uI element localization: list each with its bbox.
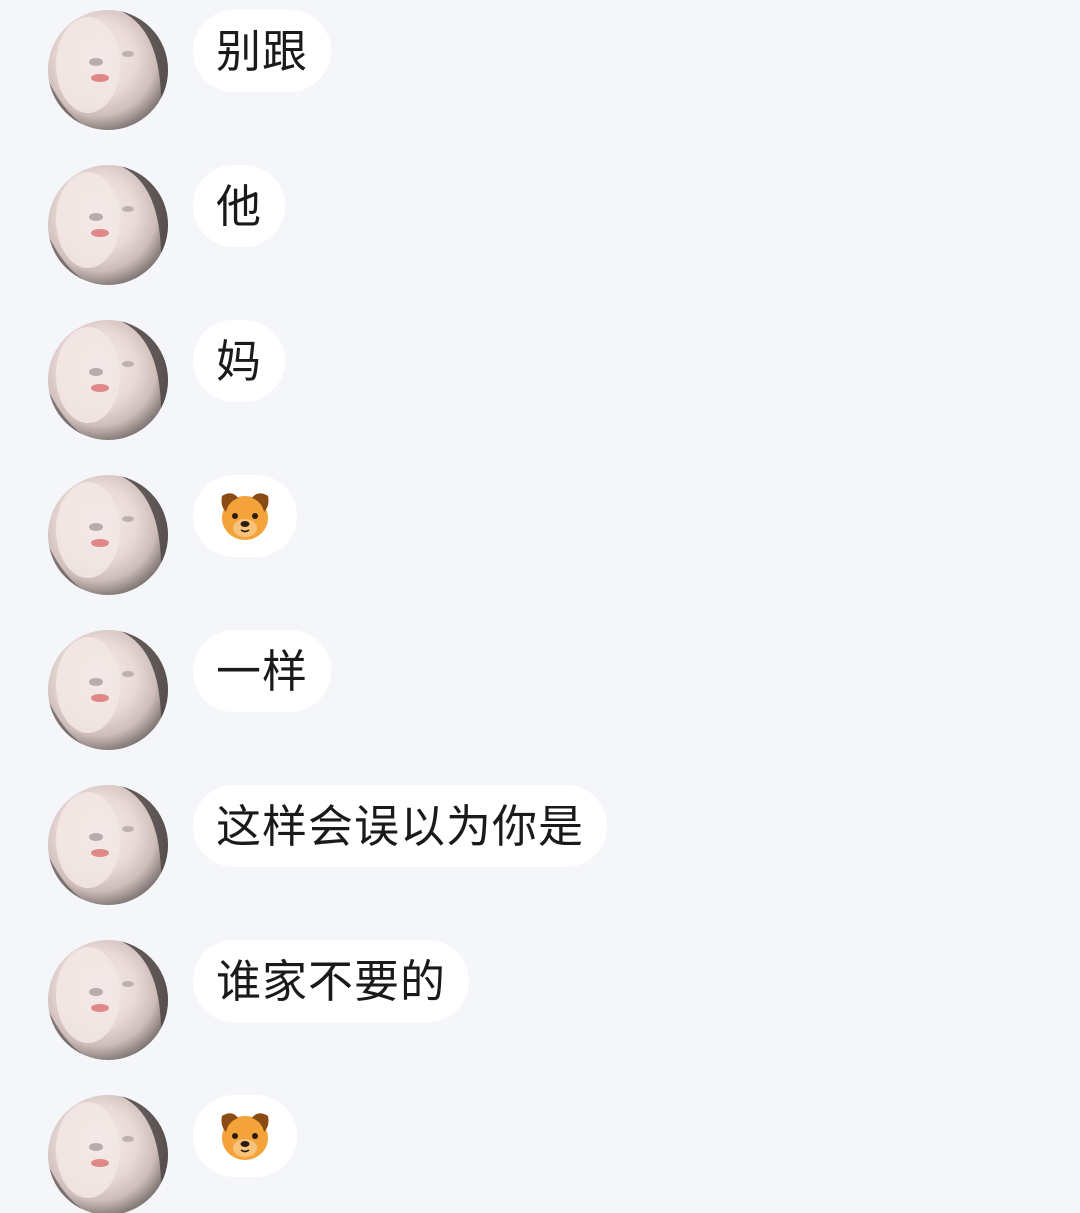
dog-face-icon	[221, 493, 269, 540]
message-bubble[interactable]	[193, 1095, 297, 1177]
message-row	[48, 475, 1048, 595]
message-bubble[interactable]: 谁家不要的	[193, 940, 470, 1022]
sender-avatar[interactable]	[48, 1095, 168, 1213]
sender-avatar[interactable]	[48, 10, 168, 130]
avatar-photo	[48, 475, 168, 595]
message-row: 谁家不要的	[48, 940, 1048, 1060]
message-text: 别跟	[216, 24, 309, 78]
avatar-photo	[48, 320, 168, 440]
message-row: 妈	[48, 320, 1048, 440]
avatar-photo	[48, 10, 168, 130]
message-bubble[interactable]: 一样	[193, 630, 332, 712]
message-bubble[interactable]	[193, 475, 297, 557]
sender-avatar[interactable]	[48, 165, 168, 285]
message-row: 他	[48, 165, 1048, 285]
sender-avatar[interactable]	[48, 475, 168, 595]
message-text: 这样会误以为你是	[216, 799, 585, 853]
avatar-photo	[48, 165, 168, 285]
message-bubble[interactable]: 别跟	[193, 10, 332, 92]
message-text: 一样	[216, 644, 309, 698]
dog-face-icon	[221, 1113, 269, 1160]
message-text: 谁家不要的	[216, 954, 447, 1008]
chat-message-list[interactable]: 别跟 他 妈 一样 这样会误以为你是 谁家不要的	[0, 0, 1080, 1213]
message-bubble[interactable]: 妈	[193, 320, 286, 402]
message-text: 妈	[216, 334, 263, 388]
sender-avatar[interactable]	[48, 785, 168, 905]
sender-avatar[interactable]	[48, 320, 168, 440]
message-row: 一样	[48, 630, 1048, 750]
message-text: 他	[216, 179, 263, 233]
sender-avatar[interactable]	[48, 630, 168, 750]
avatar-photo	[48, 1095, 168, 1213]
message-row	[48, 1095, 1048, 1213]
avatar-photo	[48, 630, 168, 750]
message-bubble[interactable]: 这样会误以为你是	[193, 785, 608, 867]
sender-avatar[interactable]	[48, 940, 168, 1060]
message-bubble[interactable]: 他	[193, 165, 286, 247]
avatar-photo	[48, 940, 168, 1060]
message-row: 别跟	[48, 10, 1048, 130]
avatar-photo	[48, 785, 168, 905]
message-row: 这样会误以为你是	[48, 785, 1048, 905]
